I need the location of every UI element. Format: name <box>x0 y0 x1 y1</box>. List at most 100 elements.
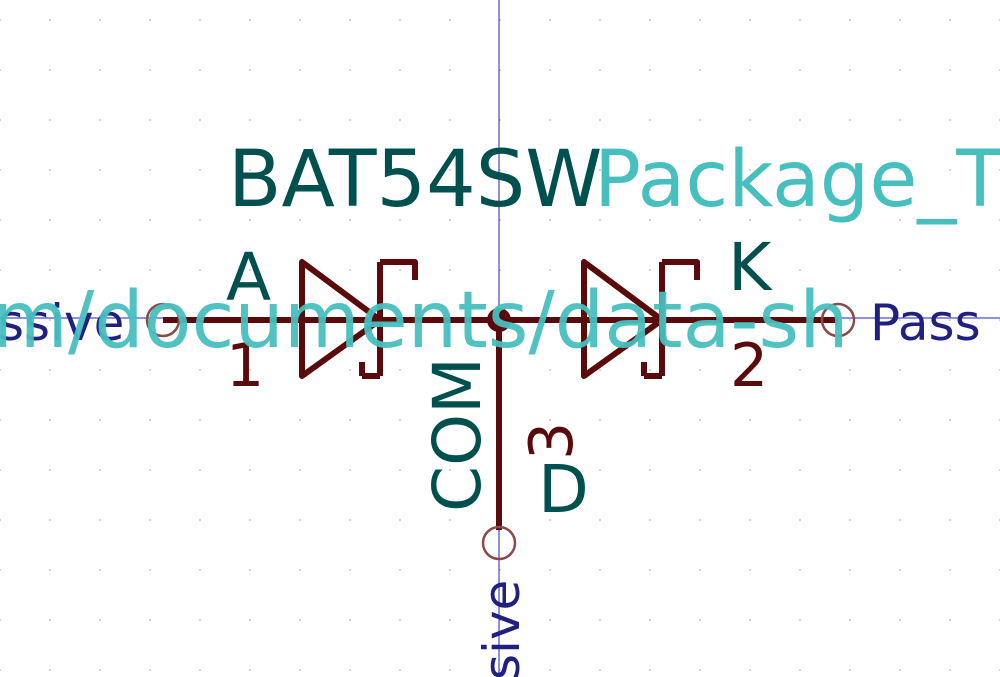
grid-dot <box>99 369 101 371</box>
grid-dot <box>199 119 201 121</box>
grid-dot <box>949 119 951 121</box>
grid-dot <box>649 369 651 371</box>
grid-dot <box>899 69 901 71</box>
grid-dot <box>749 69 751 71</box>
grid-dot <box>849 69 851 71</box>
grid-dot <box>849 319 851 321</box>
grid-dot <box>899 369 901 371</box>
grid-dot <box>849 119 851 121</box>
grid-dot <box>849 619 851 621</box>
schematic-canvas[interactable]: BAT54SW Package_T A K D COM 1 2 3 ssive … <box>0 0 1000 677</box>
grid-dot <box>449 69 451 71</box>
grid-dot <box>0 19 1 21</box>
grid-dot <box>899 269 901 271</box>
grid-dot <box>899 519 901 521</box>
grid-dot <box>549 569 551 571</box>
grid-dot <box>149 69 151 71</box>
grid-dot <box>49 469 51 471</box>
grid-dot <box>399 369 401 371</box>
grid-dot <box>0 369 1 371</box>
grid-dot <box>99 519 101 521</box>
grid-dot <box>99 419 101 421</box>
grid-dot <box>99 669 101 671</box>
grid-dot <box>349 69 351 71</box>
grid-dot <box>799 269 801 271</box>
datasheet-field[interactable]: m/documents/data-sh <box>0 276 849 366</box>
grid-dot <box>0 169 1 171</box>
grid-dot <box>599 619 601 621</box>
grid-dot <box>199 269 201 271</box>
grid-dot <box>849 569 851 571</box>
grid-dot <box>99 169 101 171</box>
grid-dot <box>199 169 201 171</box>
grid-dot <box>899 19 901 21</box>
grid-dot <box>399 569 401 571</box>
grid-dot <box>399 469 401 471</box>
pin-name-d: D <box>538 451 589 528</box>
grid-dot <box>549 119 551 121</box>
grid-dot <box>99 619 101 621</box>
grid-dot <box>799 669 801 671</box>
grid-dot <box>649 69 651 71</box>
grid-dot <box>599 69 601 71</box>
grid-dot <box>149 369 151 371</box>
grid-dot <box>699 419 701 421</box>
grid-dot <box>449 619 451 621</box>
grid-dot <box>349 369 351 371</box>
grid-dot <box>149 419 151 421</box>
grid-dot <box>649 419 651 421</box>
grid-dot <box>299 419 301 421</box>
footprint-field[interactable]: Package_T <box>594 135 1000 225</box>
grid-dot <box>599 369 601 371</box>
grid-dot <box>949 269 951 271</box>
grid-dot <box>449 569 451 571</box>
grid-dot <box>449 519 451 521</box>
grid-dot <box>549 419 551 421</box>
grid-dot <box>749 19 751 21</box>
grid-dot <box>0 269 1 271</box>
grid-dot <box>249 519 251 521</box>
grid-dot <box>349 469 351 471</box>
grid-dot <box>599 119 601 121</box>
grid-dot <box>849 19 851 21</box>
grid-dot <box>299 569 301 571</box>
grid-dot <box>599 469 601 471</box>
grid-dot <box>49 669 51 671</box>
grid-dot <box>749 569 751 571</box>
grid-dot <box>199 19 201 21</box>
grid-dot <box>199 69 201 71</box>
grid-dot <box>949 569 951 571</box>
grid-dot <box>799 19 801 21</box>
grid-dot <box>949 419 951 421</box>
grid-dot <box>99 219 101 221</box>
grid-dot <box>649 619 651 621</box>
grid-dot <box>749 469 751 471</box>
grid-dot <box>749 519 751 521</box>
grid-dot <box>99 569 101 571</box>
grid-dot <box>599 419 601 421</box>
grid-dot <box>49 419 51 421</box>
grid-dot <box>399 669 401 671</box>
grid-dot <box>799 569 801 571</box>
grid-dot <box>299 669 301 671</box>
grid-dot <box>349 619 351 621</box>
grid-dot <box>649 119 651 121</box>
grid-dot <box>149 19 151 21</box>
grid-dot <box>49 169 51 171</box>
grid-dot <box>149 119 151 121</box>
grid-dot <box>49 19 51 21</box>
grid-dot <box>649 669 651 671</box>
grid-dot <box>99 269 101 271</box>
grid-dot <box>349 269 351 271</box>
value-field[interactable]: BAT54SW <box>228 135 602 225</box>
grid-dot <box>199 419 201 421</box>
grid-dot <box>949 469 951 471</box>
grid-dot <box>399 519 401 521</box>
grid-dot <box>149 619 151 621</box>
grid-dot <box>99 19 101 21</box>
grid-dot <box>699 369 701 371</box>
grid-dot <box>349 519 351 521</box>
grid-dot <box>599 19 601 21</box>
grid-dot <box>699 119 701 121</box>
grid-dot <box>349 19 351 21</box>
